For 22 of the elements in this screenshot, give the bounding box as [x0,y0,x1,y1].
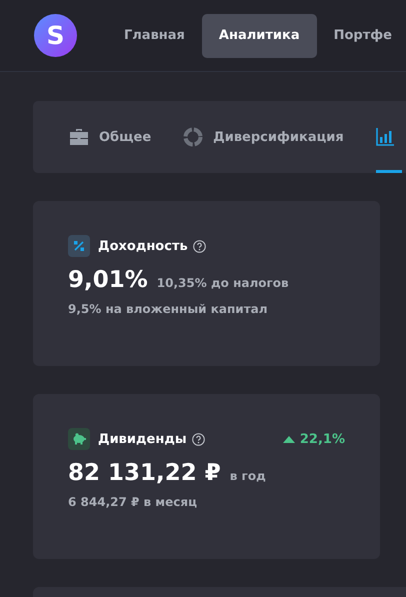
card-title: Доходность [98,238,188,254]
logo[interactable]: S [34,14,77,57]
percent-icon [68,235,90,257]
nav-tab[interactable]: Портфе [316,14,406,58]
tab[interactable]: Диверсификация [183,104,352,173]
metric-value: 9,01% [68,267,148,293]
metric-subtext: 9,5% на вложенный капитал [68,302,269,316]
metric-subtext: 6 844,27 ₽ в месяц [68,495,198,509]
change-indicator: 22,1% [282,432,345,446]
piggy-bank-icon [68,428,90,450]
donut-icon [183,127,204,147]
help-icon[interactable] [192,240,206,252]
help-icon[interactable] [192,432,205,446]
tab[interactable]: Общее [69,104,160,173]
card-title: Дивиденды [98,432,187,446]
metric-note: в год [230,469,266,483]
metric-value: 82 131,22 ₽ [68,460,221,486]
nav-tab[interactable]: Главная [107,14,202,58]
bar-chart-icon [376,128,394,146]
metric-note: 10,35% до налогов [156,276,289,290]
briefcase-icon [69,128,89,146]
nav-tab[interactable]: Аналитика [202,14,317,58]
